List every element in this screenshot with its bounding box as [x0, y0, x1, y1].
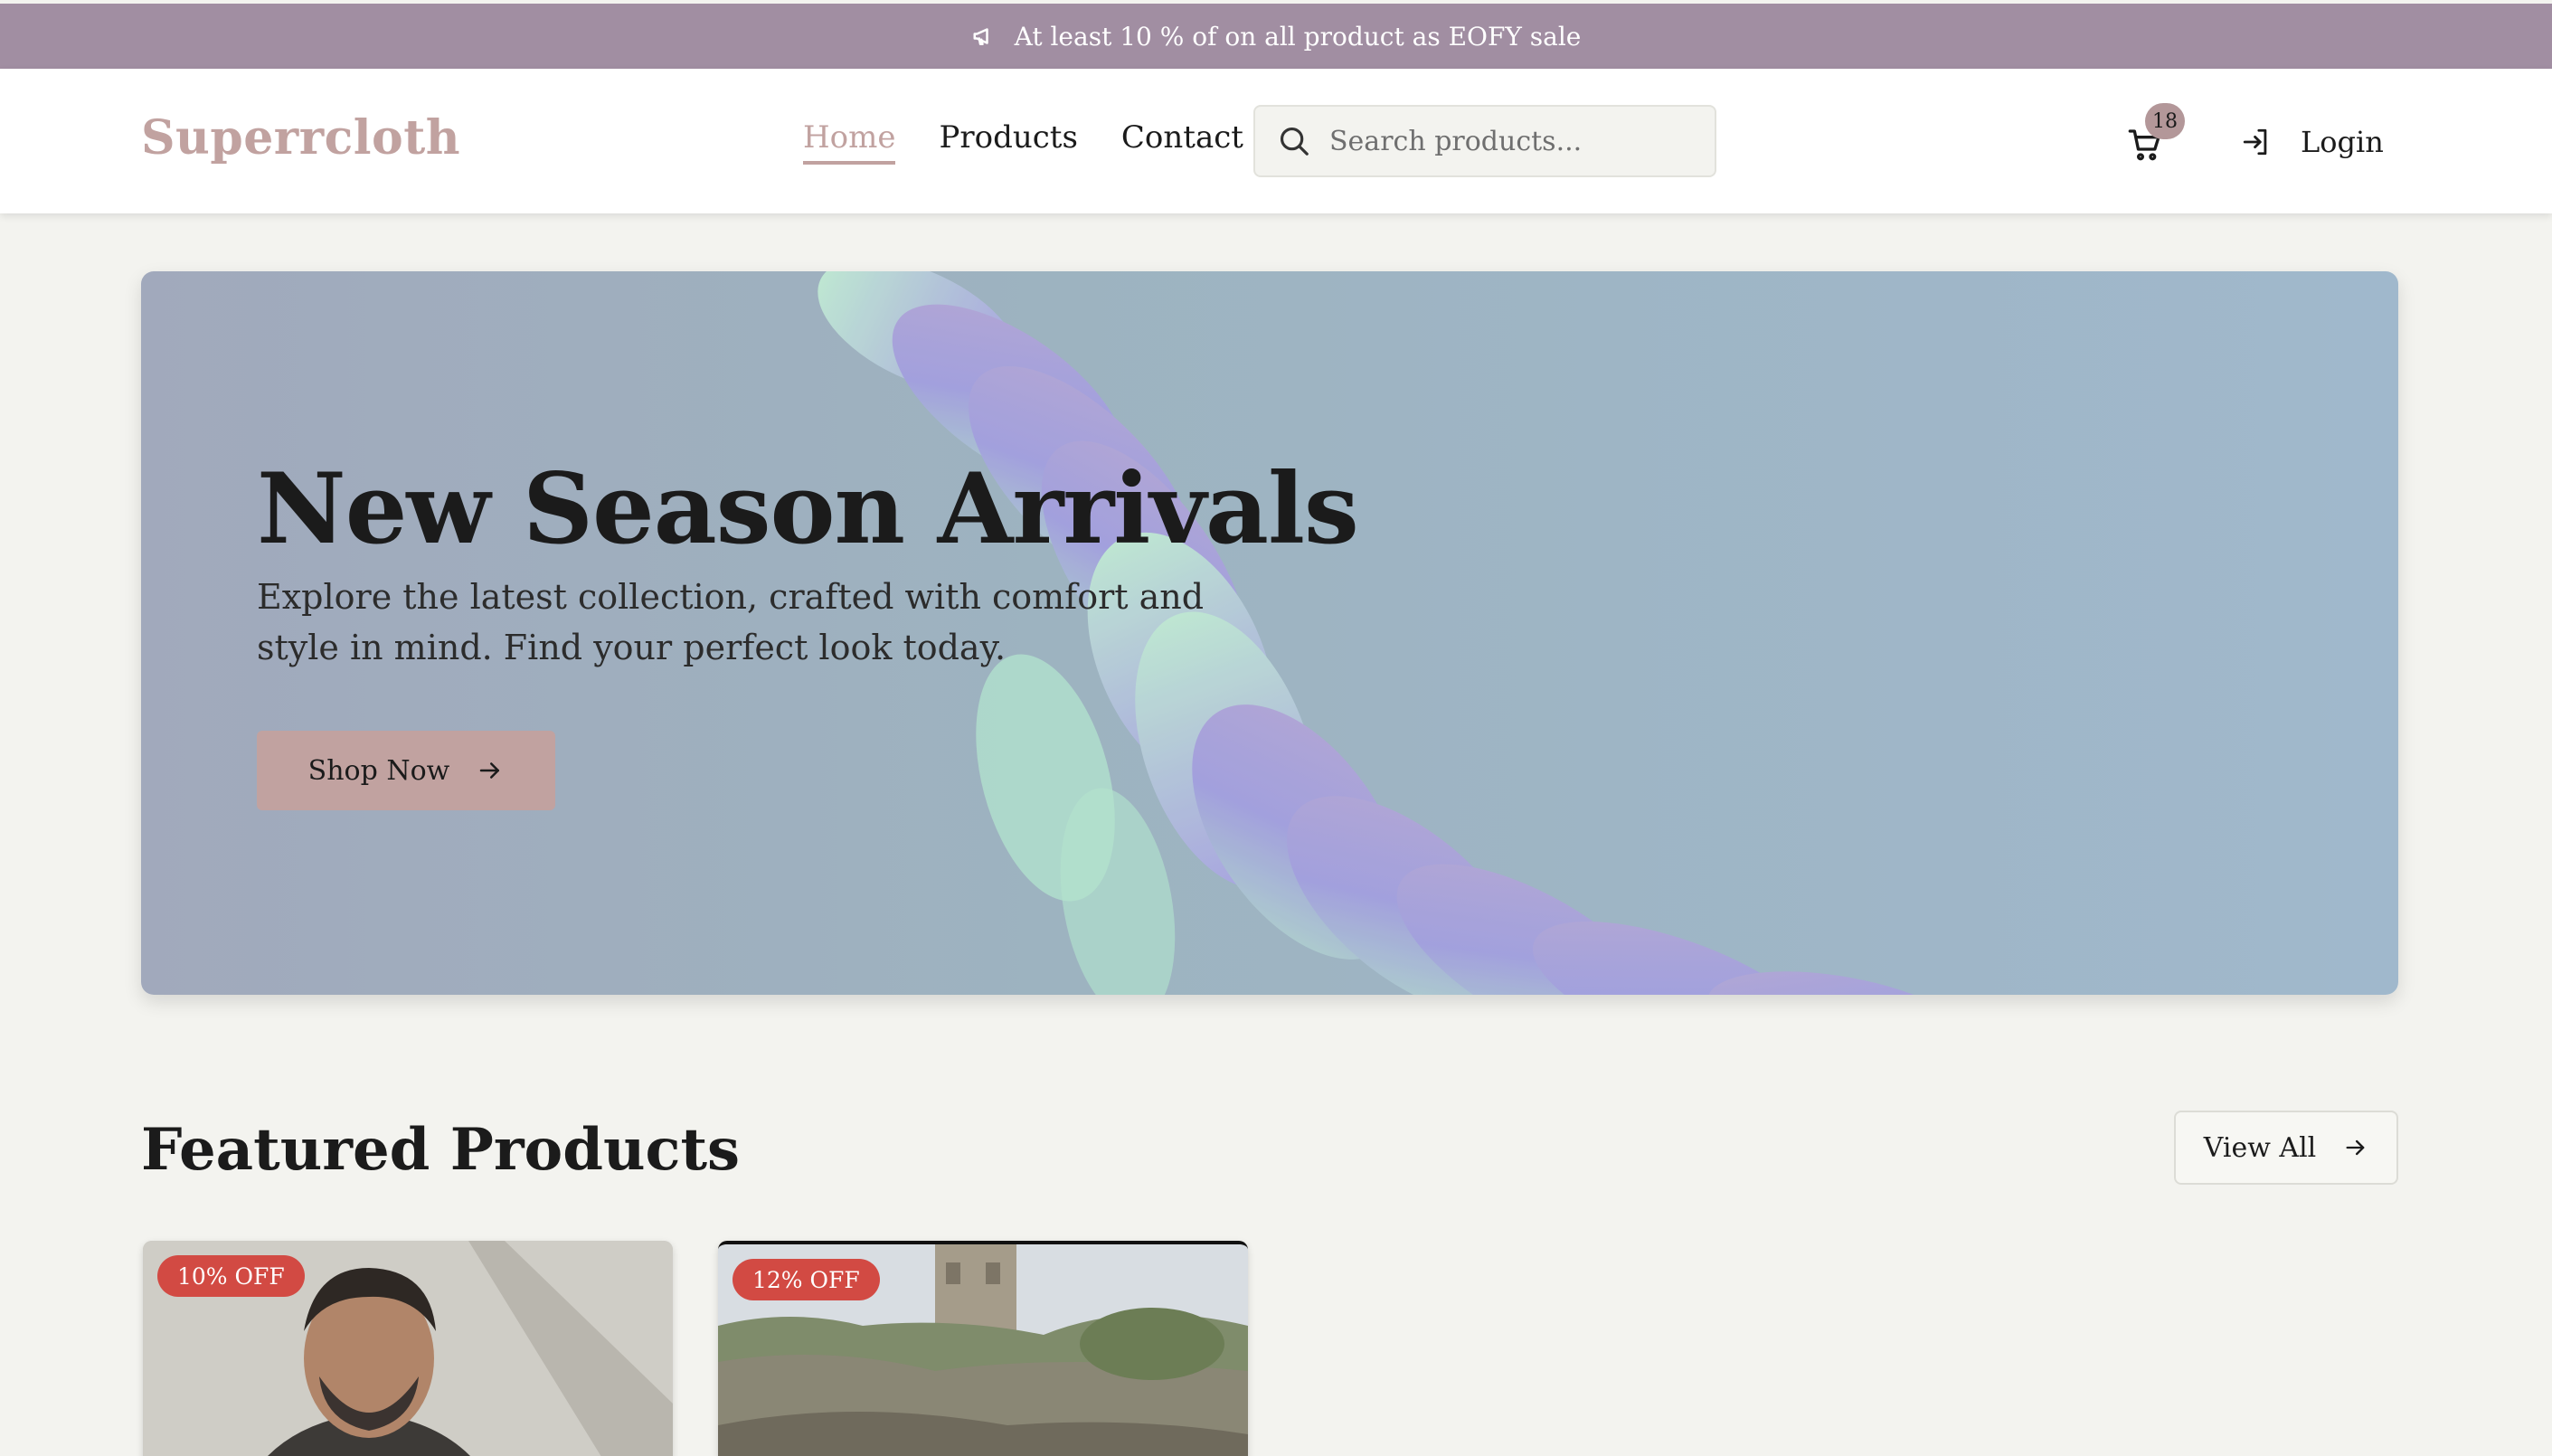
cart-count-badge: 18: [2145, 103, 2185, 139]
arrow-right-icon: [480, 762, 500, 779]
hero-banner: New Season Arrivals Explore the latest c…: [141, 271, 2398, 995]
product-card[interactable]: 10% OFF: [143, 1241, 673, 1456]
shop-now-button[interactable]: Shop Now: [257, 731, 555, 810]
announcement-bar: At least 10 % of on all product as EOFY …: [0, 4, 2552, 69]
nav-home[interactable]: Home: [803, 119, 896, 165]
login-icon: [2243, 128, 2267, 156]
shop-now-label: Shop Now: [307, 754, 450, 787]
hero-subtitle: Explore the latest collection, crafted w…: [257, 577, 1205, 667]
arrow-right-icon: [2346, 1139, 2365, 1156]
login-label: Login: [2301, 125, 2384, 159]
product-card[interactable]: 12% OFF: [718, 1241, 1248, 1456]
featured-products-heading: Featured Products: [141, 1116, 741, 1184]
search-box[interactable]: [1253, 105, 1716, 177]
login-button[interactable]: Login: [2241, 125, 2384, 159]
view-all-button[interactable]: View All: [2174, 1111, 2398, 1185]
main-nav: Home Products Contact: [803, 119, 1243, 165]
search-icon: [1280, 127, 1309, 156]
site-header: Superrcloth Home Products Contact 18: [0, 69, 2552, 213]
discount-badge: 12% OFF: [733, 1259, 880, 1300]
page: At least 10 % of on all product as EOFY …: [0, 0, 2552, 1456]
site-logo[interactable]: Superrcloth: [141, 110, 460, 165]
megaphone-icon: [973, 28, 988, 45]
hero-title: New Season Arrivals: [257, 452, 1359, 566]
cart-button[interactable]: 18: [2127, 103, 2185, 165]
view-all-label: View All: [2203, 1131, 2317, 1164]
search-input[interactable]: [1329, 125, 1691, 157]
announcement-text: At least 10 % of on all product as EOFY …: [1014, 21, 1582, 52]
discount-badge: 10% OFF: [157, 1255, 305, 1297]
nav-products[interactable]: Products: [939, 119, 1077, 165]
nav-contact[interactable]: Contact: [1121, 119, 1243, 165]
